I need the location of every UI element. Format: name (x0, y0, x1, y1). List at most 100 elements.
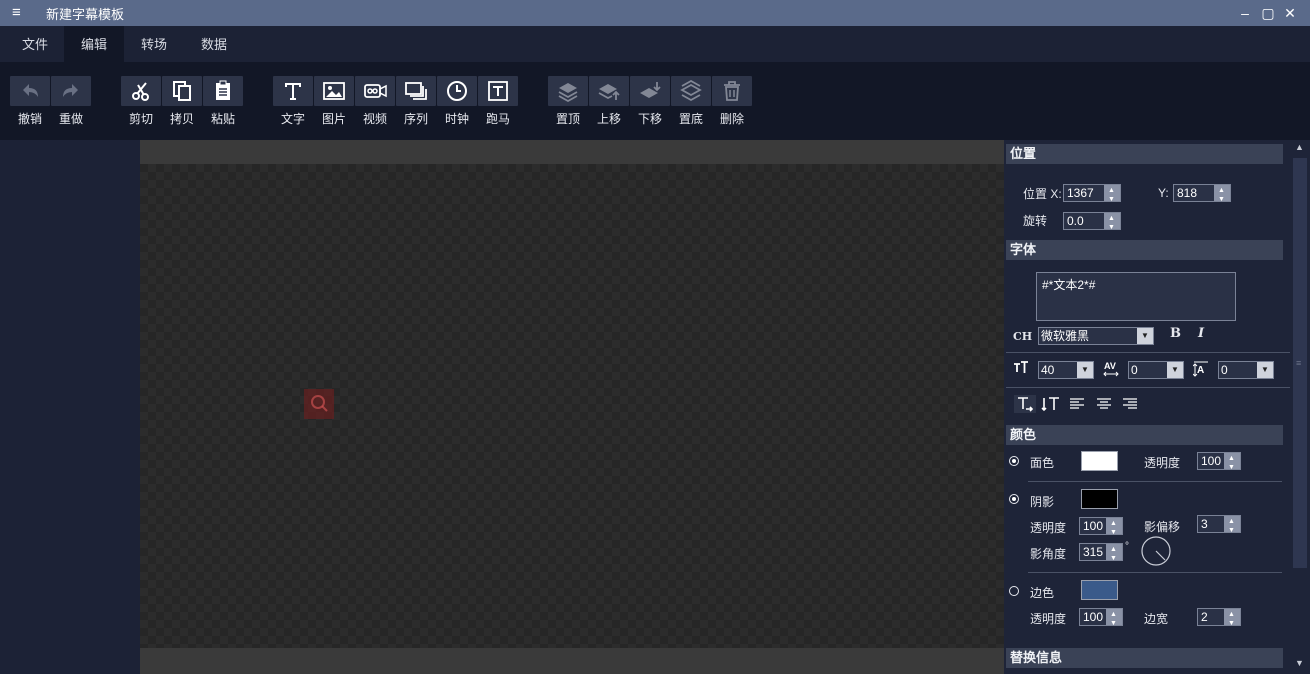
tab-data[interactable]: 数据 (186, 26, 242, 62)
minimize-icon[interactable]: – (1236, 4, 1254, 22)
move-down-button[interactable]: 下移 (630, 74, 670, 132)
face-color-swatch[interactable] (1081, 451, 1118, 471)
spinner-arrows-icon[interactable] (1214, 183, 1230, 208)
text-icon (285, 83, 301, 100)
scissors-icon (132, 82, 149, 101)
scroll-up-icon[interactable]: ▲ (1295, 142, 1304, 152)
text-button[interactable]: 文字 (273, 74, 313, 132)
divider (1028, 481, 1282, 482)
move-up-button[interactable]: 上移 (589, 74, 629, 132)
image-icon (323, 82, 345, 100)
border-width-value: 2 (1201, 610, 1208, 624)
paste-button[interactable]: 粘贴 (203, 74, 243, 132)
spinner-arrows-icon[interactable] (1224, 607, 1240, 632)
shadow-opacity-value: 100 (1083, 519, 1104, 533)
close-icon[interactable]: ✕ (1281, 4, 1299, 22)
shadow-angle-field[interactable]: 315 (1079, 542, 1123, 567)
position-section-header: 位置 (1006, 144, 1283, 164)
delete-button[interactable]: 删除 (712, 74, 752, 132)
spinner-arrows-icon[interactable] (1224, 514, 1240, 539)
undo-button[interactable]: 撤销 (10, 74, 50, 132)
spinner-arrows-icon[interactable] (1106, 542, 1122, 567)
search-icon (311, 395, 328, 412)
copy-button[interactable]: 拷贝 (162, 74, 202, 132)
border-width-field[interactable]: 2 (1197, 607, 1241, 632)
cut-button[interactable]: 剪切 (121, 74, 161, 132)
border-opacity-field[interactable]: 100 (1079, 607, 1123, 632)
align-right-button[interactable] (1121, 396, 1139, 415)
shadow-label: 阴影 (1030, 495, 1055, 509)
bold-button[interactable]: B (1170, 326, 1181, 341)
shadow-opacity-field[interactable]: 100 (1079, 516, 1123, 541)
spinner-arrows-icon[interactable] (1104, 211, 1120, 236)
shadow-color-swatch[interactable] (1081, 489, 1118, 509)
face-opacity-field[interactable]: 100 (1197, 451, 1241, 476)
redo-button[interactable]: 重做 (51, 74, 91, 132)
vertical-text-button[interactable] (1041, 395, 1061, 416)
text-content-input[interactable]: #*文本2*# (1036, 272, 1236, 321)
spinner-arrows-icon[interactable] (1104, 183, 1120, 208)
border-color-swatch[interactable] (1081, 580, 1118, 600)
maximize-icon[interactable]: ▢ (1259, 4, 1277, 22)
marquee-button[interactable]: 跑马 (478, 74, 518, 132)
send-to-back-button[interactable]: 置底 (671, 74, 711, 132)
shadow-offset-field[interactable]: 3 (1197, 514, 1241, 539)
position-x-value: 1367 (1067, 186, 1094, 200)
color-section-header: 颜色 (1006, 425, 1283, 445)
shadow-angle-label: 影角度 (1030, 547, 1067, 561)
border-color-radio[interactable] (1009, 586, 1019, 596)
letter-spacing-icon: AV (1103, 360, 1119, 381)
position-x-field[interactable]: 1367 (1063, 183, 1121, 208)
font-family-select[interactable]: 微软雅黑 ▼ (1038, 327, 1154, 345)
angle-dial[interactable] (1140, 535, 1172, 570)
text-element-placeholder[interactable] (304, 389, 334, 419)
tab-edit[interactable]: 编辑 (64, 26, 124, 62)
image-button[interactable]: 图片 (314, 74, 354, 132)
align-left-button[interactable] (1068, 396, 1086, 415)
italic-button[interactable]: I (1198, 326, 1204, 341)
sequence-icon (405, 82, 427, 100)
clock-button[interactable]: 时钟 (437, 74, 477, 132)
undo-icon (23, 84, 38, 97)
spinner-arrows-icon[interactable] (1106, 607, 1122, 632)
layers-bottom-icon (680, 80, 702, 102)
tab-file[interactable]: 文件 (8, 26, 62, 62)
horizontal-text-icon (1018, 397, 1034, 412)
chevron-down-icon[interactable]: ▼ (1167, 362, 1183, 378)
tab-transition[interactable]: 转场 (126, 26, 182, 62)
editor-canvas[interactable] (140, 164, 1004, 648)
shadow-radio[interactable] (1009, 494, 1019, 504)
font-size-select[interactable]: 40 ▼ (1038, 361, 1094, 379)
clock-icon (447, 81, 467, 101)
spinner-arrows-icon[interactable] (1106, 516, 1122, 541)
chevron-down-icon[interactable]: ▼ (1257, 362, 1273, 378)
layers-top-icon (558, 83, 578, 102)
horizontal-text-button[interactable] (1014, 395, 1036, 413)
letter-spacing-select[interactable]: 0 ▼ (1128, 361, 1184, 379)
delete-label: 删除 (719, 112, 744, 126)
border-color-label: 边色 (1030, 586, 1055, 600)
rotate-field[interactable]: 0.0 (1063, 211, 1121, 236)
sequence-button[interactable]: 序列 (396, 74, 436, 132)
svg-text:AV: AV (1104, 361, 1116, 371)
hamburger-icon[interactable]: ≡ (12, 5, 26, 20)
line-spacing-select[interactable]: 0 ▼ (1218, 361, 1274, 379)
rotate-value: 0.0 (1067, 214, 1084, 228)
chevron-down-icon[interactable]: ▼ (1137, 328, 1153, 344)
rotate-label: 旋转 (1023, 214, 1048, 228)
copy-icon (173, 81, 191, 101)
bring-to-front-button[interactable]: 置顶 (548, 74, 588, 132)
video-button[interactable]: 视频 (355, 74, 395, 132)
shadow-offset-label: 影偏移 (1144, 520, 1181, 534)
position-y-field[interactable]: 818 (1173, 183, 1231, 208)
spinner-arrows-icon[interactable] (1224, 451, 1240, 476)
scroll-down-icon[interactable]: ▼ (1295, 658, 1304, 668)
layer-down-icon (640, 82, 661, 98)
shadow-angle-value: 315 (1083, 545, 1104, 559)
chevron-down-icon[interactable]: ▼ (1077, 362, 1093, 378)
face-color-label: 面色 (1030, 456, 1055, 470)
charset-label: CH (1013, 330, 1033, 343)
face-color-radio[interactable] (1009, 456, 1019, 466)
align-center-button[interactable] (1095, 396, 1113, 415)
vertical-text-icon (1041, 397, 1059, 412)
